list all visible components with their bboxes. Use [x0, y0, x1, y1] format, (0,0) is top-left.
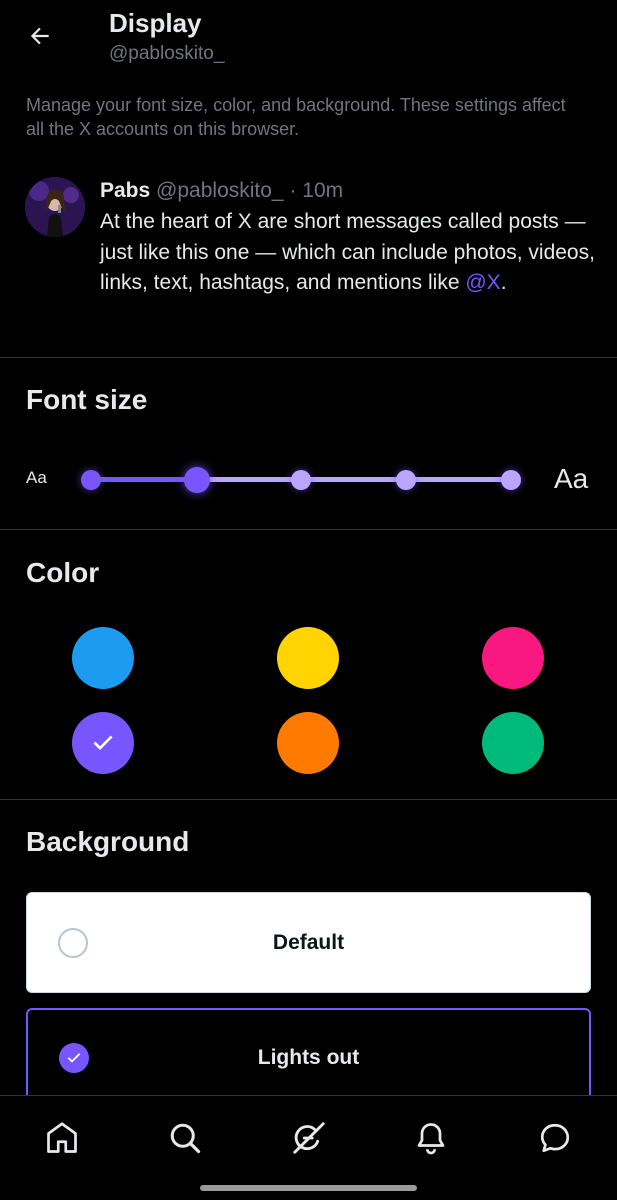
radio-checked-icon	[59, 1043, 89, 1073]
background-option-lights-out[interactable]: Lights out	[26, 1008, 591, 1108]
font-size-large-label: Aa	[554, 463, 589, 494]
font-size-small-label: Aa	[26, 468, 47, 487]
post-header: Pabs @pabloskito_ · 10m	[100, 177, 600, 205]
post-time: 10m	[302, 179, 344, 202]
nav-messages[interactable]	[535, 1118, 575, 1158]
divider	[0, 799, 617, 800]
font-size-stop-1[interactable]	[81, 470, 101, 490]
color-swatch-orange[interactable]	[277, 712, 339, 774]
search-icon	[170, 1123, 201, 1154]
post-content: Pabs @pabloskito_ · 10m At the heart of …	[100, 177, 600, 299]
avatar[interactable]	[25, 177, 85, 237]
author-handle[interactable]: @pabloskito_	[156, 179, 284, 202]
nav-notifications[interactable]	[411, 1118, 451, 1158]
account-handle: @pabloskito_	[109, 43, 225, 64]
post-body-text: At the heart of X are short messages cal…	[100, 210, 595, 294]
grok-icon	[293, 1122, 325, 1154]
font-size-stop-4[interactable]	[396, 470, 416, 490]
check-icon	[93, 735, 113, 750]
separator-dot: ·	[289, 179, 297, 202]
settings-description: Manage your font size, color, and backgr…	[26, 95, 566, 139]
radio-unchecked-icon	[58, 927, 88, 958]
back-arrow-icon	[30, 27, 49, 45]
post-text: At the heart of X are short messages cal…	[100, 207, 600, 299]
background-option-label: Default	[272, 930, 345, 954]
post-text-end: .	[500, 271, 507, 294]
font-size-stop-2[interactable]	[184, 467, 210, 493]
nav-search[interactable]	[165, 1118, 205, 1158]
home-icon	[47, 1122, 77, 1153]
page-title: Display	[109, 8, 202, 38]
color-swatch-pink[interactable]	[482, 627, 544, 689]
author-name[interactable]: Pabs	[100, 179, 150, 202]
font-size-stop-5[interactable]	[501, 470, 521, 490]
divider	[0, 529, 617, 530]
background-option-label: Lights out	[257, 1046, 360, 1069]
mention-link[interactable]: @X	[465, 271, 500, 294]
font-size-stop-3[interactable]	[291, 470, 311, 490]
font-size-title: Font size	[26, 384, 148, 415]
top-bar: Display @pabloskito_	[0, 0, 617, 80]
messages-icon	[540, 1123, 570, 1153]
home-indicator[interactable]	[200, 1185, 417, 1191]
color-swatch-blue[interactable]	[72, 627, 134, 689]
color-swatch-green[interactable]	[482, 712, 544, 774]
background-option-default[interactable]: Default	[26, 892, 591, 993]
nav-grok[interactable]	[289, 1118, 329, 1158]
color-swatch-yellow[interactable]	[277, 627, 339, 689]
notifications-icon	[417, 1123, 445, 1155]
color-swatch-purple[interactable]	[72, 712, 134, 774]
background-title: Background	[26, 826, 190, 857]
bottom-navigation	[0, 1095, 617, 1200]
color-title: Color	[26, 557, 100, 588]
font-size-slider[interactable]: Aa Aa	[0, 450, 617, 510]
slider-track-fill	[91, 477, 197, 482]
nav-home[interactable]	[42, 1118, 82, 1158]
back-button[interactable]	[22, 18, 58, 54]
divider	[0, 357, 617, 358]
